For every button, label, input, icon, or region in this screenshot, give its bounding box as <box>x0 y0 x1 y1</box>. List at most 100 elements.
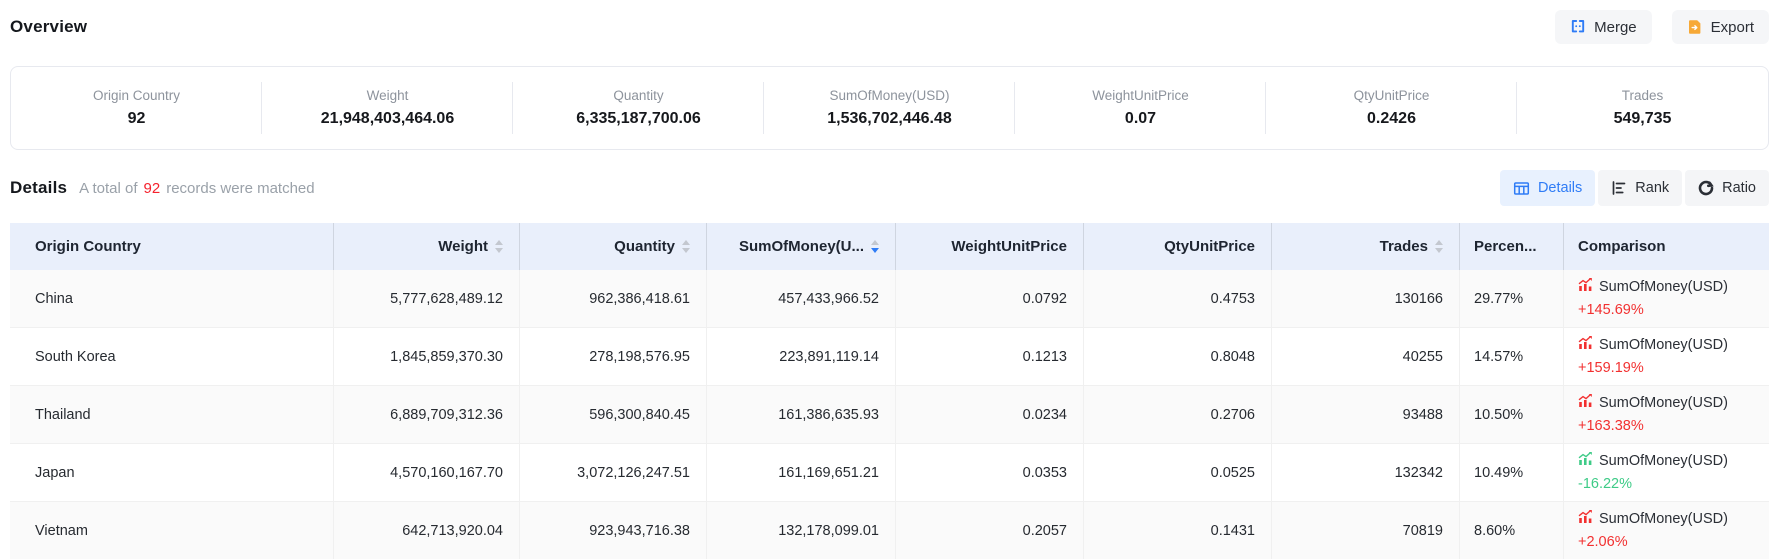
stat-weight-unit-price: WeightUnitPrice 0.07 <box>1015 88 1266 128</box>
cell-comparison[interactable]: SumOfMoney(USD) -16.22% <box>1563 444 1769 501</box>
cell-comparison[interactable]: SumOfMoney(USD) +2.06% <box>1563 502 1769 559</box>
merge-icon <box>1570 19 1586 35</box>
col-header-quantity[interactable]: Quantity <box>519 223 706 270</box>
cell-weight-unit-price: 0.2057 <box>895 502 1083 559</box>
cell-sum: 223,891,119.14 <box>706 328 895 385</box>
export-button-label: Export <box>1711 19 1754 36</box>
page: Overview Merge Export <box>0 10 1779 559</box>
cell-sum: 161,169,651.21 <box>706 444 895 501</box>
stat-origin-country: Origin Country 92 <box>11 88 262 128</box>
col-header-origin-country: Origin Country <box>10 223 333 270</box>
cell-trades: 130166 <box>1271 270 1459 327</box>
col-header-sum-of-money[interactable]: SumOfMoney(U... <box>706 223 895 270</box>
stat-value: 0.2426 <box>1266 110 1517 128</box>
cell-weight: 5,777,628,489.12 <box>333 270 519 327</box>
comparison-percent: +159.19% <box>1578 360 1728 377</box>
stat-qty-unit-price: QtyUnitPrice 0.2426 <box>1266 88 1517 128</box>
cell-comparison[interactable]: SumOfMoney(USD) +159.19% <box>1563 328 1769 385</box>
details-subtitle: A total of92records were matched <box>79 180 314 197</box>
cell-qty-unit-price: 0.4753 <box>1083 270 1271 327</box>
cell-weight-unit-price: 0.0353 <box>895 444 1083 501</box>
rank-bars-icon <box>1611 180 1627 196</box>
export-button[interactable]: Export <box>1672 10 1769 44</box>
table-header-row: Origin Country Weight Quantity SumOfMone… <box>10 223 1769 270</box>
col-header-qty-unit-price: QtyUnitPrice <box>1083 223 1271 270</box>
col-header-weight-unit-price: WeightUnitPrice <box>895 223 1083 270</box>
tab-details[interactable]: Details <box>1500 170 1595 206</box>
sort-carets-icon[interactable] <box>871 240 879 253</box>
cell-qty-unit-price: 0.2706 <box>1083 386 1271 443</box>
bar-chart-down-icon <box>1578 452 1593 471</box>
comparison-field-label: SumOfMoney(USD) <box>1599 279 1728 296</box>
table-row[interactable]: South Korea 1,845,859,370.30 278,198,576… <box>10 328 1769 386</box>
col-header-comparison: Comparison <box>1563 223 1769 270</box>
cell-qty-unit-price: 0.0525 <box>1083 444 1271 501</box>
cell-percent: 29.77% <box>1459 270 1563 327</box>
export-icon <box>1687 19 1703 35</box>
topbar-actions: Merge Export <box>1555 10 1769 44</box>
stat-value: 21,948,403,464.06 <box>262 110 513 128</box>
cell-percent: 10.49% <box>1459 444 1563 501</box>
stat-label: Trades <box>1517 88 1768 103</box>
col-header-trades[interactable]: Trades <box>1271 223 1459 270</box>
cell-weight: 4,570,160,167.70 <box>333 444 519 501</box>
cell-trades: 132342 <box>1271 444 1459 501</box>
bar-chart-up-icon <box>1578 394 1593 413</box>
cell-weight: 6,889,709,312.36 <box>333 386 519 443</box>
stat-value: 0.07 <box>1015 110 1266 128</box>
cell-comparison[interactable]: SumOfMoney(USD) +145.69% <box>1563 270 1769 327</box>
stat-value: 1,536,702,446.48 <box>764 110 1015 128</box>
tab-ratio[interactable]: Ratio <box>1685 170 1769 206</box>
table-row[interactable]: China 5,777,628,489.12 962,386,418.61 45… <box>10 270 1769 328</box>
overview-stats-panel: Origin Country 92 Weight 21,948,403,464.… <box>10 66 1769 150</box>
cell-country: Japan <box>10 444 333 501</box>
bar-chart-up-icon <box>1578 278 1593 297</box>
cell-quantity: 962,386,418.61 <box>519 270 706 327</box>
cell-trades: 70819 <box>1271 502 1459 559</box>
stat-value: 549,735 <box>1517 110 1768 128</box>
tab-rank-label: Rank <box>1635 180 1669 196</box>
tab-ratio-label: Ratio <box>1722 180 1756 196</box>
comparison-percent: -16.22% <box>1578 476 1728 493</box>
table-row[interactable]: Vietnam 642,713,920.04 923,943,716.38 13… <box>10 502 1769 559</box>
cell-country: Vietnam <box>10 502 333 559</box>
match-count: 92 <box>144 180 161 197</box>
stat-value: 92 <box>11 110 262 128</box>
sort-carets-icon[interactable] <box>1435 240 1443 253</box>
cell-country: China <box>10 270 333 327</box>
table-row[interactable]: Thailand 6,889,709,312.36 596,300,840.45… <box>10 386 1769 444</box>
details-table: Origin Country Weight Quantity SumOfMone… <box>10 223 1769 559</box>
stat-label: Origin Country <box>11 88 262 103</box>
cell-qty-unit-price: 0.1431 <box>1083 502 1271 559</box>
sort-carets-icon[interactable] <box>495 240 503 253</box>
cell-weight-unit-price: 0.0234 <box>895 386 1083 443</box>
page-title: Overview <box>10 17 87 37</box>
stat-label: SumOfMoney(USD) <box>764 88 1015 103</box>
cell-country: South Korea <box>10 328 333 385</box>
cell-quantity: 3,072,126,247.51 <box>519 444 706 501</box>
col-header-weight[interactable]: Weight <box>333 223 519 270</box>
tab-rank[interactable]: Rank <box>1598 170 1682 206</box>
stat-label: WeightUnitPrice <box>1015 88 1266 103</box>
bar-chart-up-icon <box>1578 336 1593 355</box>
stat-label: QtyUnitPrice <box>1266 88 1517 103</box>
cell-percent: 8.60% <box>1459 502 1563 559</box>
comparison-field-label: SumOfMoney(USD) <box>1599 511 1728 528</box>
merge-button[interactable]: Merge <box>1555 10 1652 44</box>
ratio-donut-icon <box>1698 180 1714 196</box>
stat-quantity: Quantity 6,335,187,700.06 <box>513 88 764 128</box>
table-row[interactable]: Japan 4,570,160,167.70 3,072,126,247.51 … <box>10 444 1769 502</box>
sort-carets-icon[interactable] <box>682 240 690 253</box>
comparison-percent: +2.06% <box>1578 534 1728 551</box>
details-title: Details <box>10 178 67 198</box>
stat-weight: Weight 21,948,403,464.06 <box>262 88 513 128</box>
cell-quantity: 278,198,576.95 <box>519 328 706 385</box>
overview-topbar: Overview Merge Export <box>10 10 1769 44</box>
cell-quantity: 596,300,840.45 <box>519 386 706 443</box>
comparison-percent: +163.38% <box>1578 418 1728 435</box>
stat-value: 6,335,187,700.06 <box>513 110 764 128</box>
cell-comparison[interactable]: SumOfMoney(USD) +163.38% <box>1563 386 1769 443</box>
cell-weight: 1,845,859,370.30 <box>333 328 519 385</box>
cell-country: Thailand <box>10 386 333 443</box>
merge-button-label: Merge <box>1594 19 1637 36</box>
